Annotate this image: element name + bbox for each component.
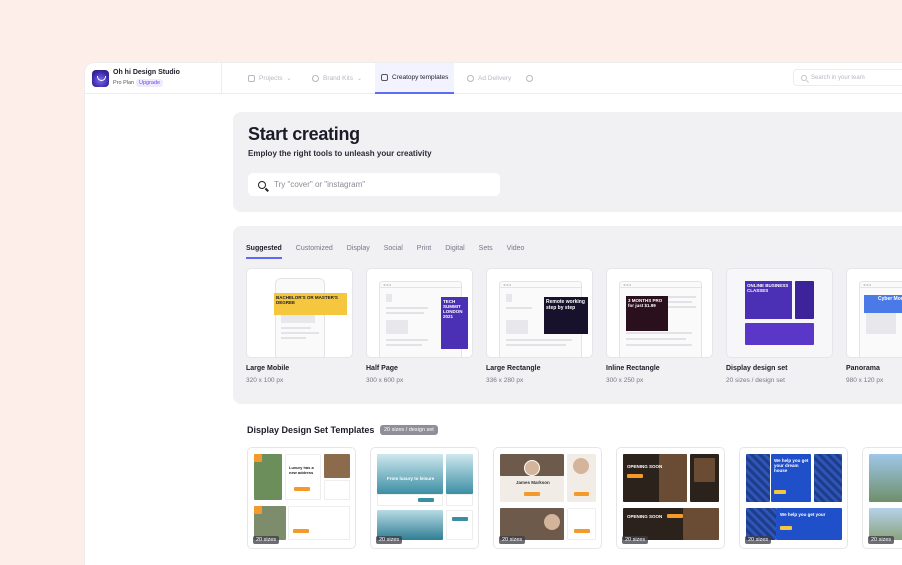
cloud-icon (467, 75, 474, 82)
format-card-display-design-set[interactable]: ONLINE BUSINESS CLASSES Display design s… (726, 268, 833, 384)
template-card[interactable]: 20 sizes (862, 447, 902, 549)
page-title: Start creating (248, 124, 360, 144)
search-icon (801, 74, 807, 81)
format-size: 300 x 600 px (366, 377, 404, 384)
ad-preview: Cyber Monday (864, 295, 902, 313)
search-icon (258, 180, 266, 189)
format-name: Large Rectangle (486, 365, 541, 372)
template-size-count: 20 sizes (376, 536, 403, 544)
ad-preview: TECH SUMMIT LONDON 2021 (441, 297, 468, 349)
format-thumbnail: ONLINE BUSINESS CLASSES (726, 268, 833, 358)
format-card-large-mobile[interactable]: BACHELOR'S OR MASTER'S DEGREE Large Mobi… (246, 268, 353, 384)
format-tabs: Suggested Customized Display Social Prin… (246, 245, 538, 259)
top-bar: Oh hi Design Studio Pro Plan Upgrade Pro… (85, 63, 902, 94)
template-size-count: 20 sizes (499, 536, 526, 544)
format-card-half-page[interactable]: TECH SUMMIT LONDON 2021 Half Page 300 x … (366, 268, 473, 384)
plan-label: Pro Plan (113, 80, 135, 86)
chevron-down-icon: ⌄ (357, 76, 363, 82)
format-name: Inline Rectangle (606, 365, 660, 372)
tab-sets[interactable]: Sets (479, 245, 493, 259)
tab-customized[interactable]: Customized (296, 245, 333, 259)
nav-brand-kits[interactable]: Brand Kits ⌄ (312, 63, 362, 94)
format-card-large-rectangle[interactable]: Remote working step by step Large Rectan… (486, 268, 593, 384)
nav-team[interactable] (526, 63, 533, 94)
format-name: Large Mobile (246, 365, 290, 372)
ad-preview: 3 MONTHS PRO for just $1.99 (626, 296, 668, 331)
nav-creatopy-templates[interactable]: Creatopy templates (375, 63, 455, 94)
team-search-placeholder: Search in your team (811, 74, 865, 81)
workspace-name: Oh hi Design Studio (113, 69, 180, 76)
format-size: 320 x 100 px (246, 377, 284, 384)
tab-social[interactable]: Social (384, 245, 403, 259)
nav-ad-delivery-label: Ad Delivery (478, 75, 512, 82)
tab-video[interactable]: Video (507, 245, 525, 259)
template-card[interactable]: James Markson 20 sizes (493, 447, 602, 549)
format-thumbnail: BACHELOR'S OR MASTER'S DEGREE (246, 268, 353, 358)
template-headline: Luxury has a new address (289, 465, 314, 475)
tab-display[interactable]: Display (347, 245, 370, 259)
format-thumbnail: 3 MONTHS PRO for just $1.99 (606, 268, 713, 358)
tab-print[interactable]: Print (417, 245, 431, 259)
ad-preview: BACHELOR'S OR MASTER'S DEGREE (274, 293, 347, 315)
template-size-count: 20 sizes (253, 536, 280, 544)
format-card-inline-rectangle[interactable]: 3 MONTHS PRO for just $1.99 Inline Recta… (606, 268, 713, 384)
format-size: 300 x 250 px (606, 377, 644, 384)
template-headline: OPENING SOON (627, 464, 663, 469)
format-thumbnail: Remote working step by step (486, 268, 593, 358)
template-size-count: 20 sizes (622, 536, 649, 544)
format-size: 980 x 120 px (846, 377, 884, 384)
page-subtitle: Employ the right tools to unleash your c… (248, 149, 432, 158)
template-card[interactable]: OPENING SOON OPENING SOON 20 sizes (616, 447, 725, 549)
template-headline: James Markson (516, 480, 550, 485)
ad-preview: ONLINE BUSINESS CLASSES (745, 281, 792, 319)
format-name: Half Page (366, 365, 398, 372)
nav-projects[interactable]: Projects ⌄ (248, 63, 292, 94)
ad-preview: Remote working step by step (544, 297, 588, 334)
user-icon (526, 75, 533, 82)
start-creating-panel: Start creating Employ the right tools to… (233, 112, 902, 212)
browser-mockup (859, 281, 902, 357)
section-badge: 20 sizes / design set (380, 425, 438, 435)
format-size: 336 x 280 px (486, 377, 524, 384)
template-icon (381, 74, 388, 81)
team-search-input[interactable]: Search in your team (793, 69, 902, 86)
format-name: Display design set (726, 365, 788, 372)
section-title: Display Design Set Templates (247, 425, 375, 435)
app-window: Oh hi Design Studio Pro Plan Upgrade Pro… (85, 63, 902, 565)
formats-panel: Suggested Customized Display Social Prin… (233, 226, 902, 404)
format-thumbnail: TECH SUMMIT LONDON 2021 (366, 268, 473, 358)
template-card[interactable]: We help you get your dream house We help… (739, 447, 848, 549)
palette-icon (312, 75, 319, 82)
nav-ad-delivery[interactable]: Ad Delivery (467, 63, 511, 94)
phone-mockup (275, 278, 325, 357)
tab-suggested[interactable]: Suggested (246, 245, 282, 259)
template-card[interactable]: Luxury has a new address 20 sizes (247, 447, 356, 549)
folder-icon (248, 75, 255, 82)
nav-brand-kits-label: Brand Kits (323, 75, 353, 82)
chevron-down-icon: ⌄ (286, 76, 292, 82)
nav-projects-label: Projects (259, 75, 283, 82)
upgrade-badge[interactable]: Upgrade (136, 78, 164, 87)
format-thumbnail: Cyber Monday (846, 268, 902, 358)
template-headline: We help you get your dream house (774, 458, 809, 473)
template-headline: From luxury to leisure (387, 476, 435, 481)
template-card[interactable]: From luxury to leisure 20 sizes (370, 447, 479, 549)
tab-digital[interactable]: Digital (445, 245, 464, 259)
template-search-input[interactable] (274, 180, 474, 189)
format-size: 20 sizes / design set (726, 377, 785, 384)
format-card-panorama[interactable]: Cyber Monday Panorama 980 x 120 px (846, 268, 902, 384)
divider (221, 63, 222, 94)
template-search[interactable] (248, 173, 500, 196)
workspace-switcher[interactable]: Oh hi Design Studio Pro Plan Upgrade (92, 69, 222, 89)
template-size-count: 20 sizes (745, 536, 772, 544)
format-name: Panorama (846, 365, 880, 372)
workspace-logo-icon (92, 70, 109, 87)
nav-templates-label: Creatopy templates (392, 74, 449, 81)
template-size-count: 20 sizes (868, 536, 895, 544)
